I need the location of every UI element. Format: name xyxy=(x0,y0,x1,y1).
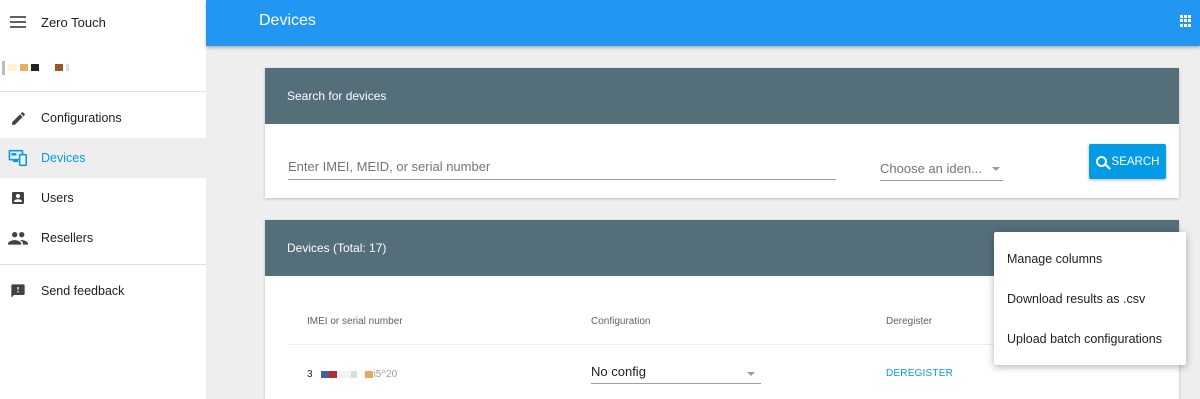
search-card-header: Search for devices xyxy=(265,68,1179,124)
menu-item-upload-batch[interactable]: Upload batch configurations xyxy=(994,319,1186,359)
menu-item-download-csv[interactable]: Download results as .csv xyxy=(994,279,1186,319)
sidebar-item-configurations[interactable]: Configurations xyxy=(0,98,206,138)
feedback-icon xyxy=(8,281,28,301)
account-box-icon xyxy=(8,188,28,208)
column-header-imei[interactable]: IMEI or serial number xyxy=(307,316,403,327)
sidebar-item-label: Users xyxy=(41,191,74,205)
hamburger-menu-icon[interactable] xyxy=(10,16,26,28)
sidebar-item-label: Configurations xyxy=(41,111,122,125)
send-feedback-item[interactable]: Send feedback xyxy=(0,265,206,317)
top-app-bar: Devices xyxy=(206,0,1200,46)
devices-icon xyxy=(8,148,28,168)
search-button-label: SEARCH xyxy=(1111,155,1160,168)
apps-grid-icon[interactable] xyxy=(1180,15,1192,27)
identifier-select-value: Choose an iden... xyxy=(880,160,982,176)
sidebar-item-label: Devices xyxy=(41,151,86,165)
account-selector[interactable] xyxy=(0,44,206,92)
configuration-select[interactable]: No config xyxy=(591,364,761,384)
device-id-suffix: i5^20 xyxy=(373,369,398,380)
device-search-input[interactable] xyxy=(288,156,836,180)
app-title: Zero Touch xyxy=(41,14,106,30)
search-icon xyxy=(1095,156,1107,167)
sidebar-item-resellers[interactable]: Resellers xyxy=(0,218,206,258)
dropdown-caret-icon xyxy=(992,167,1000,171)
send-feedback-label: Send feedback xyxy=(41,284,125,298)
page-title: Devices xyxy=(259,12,316,29)
pencil-icon xyxy=(8,108,28,128)
sidebar-item-users[interactable]: Users xyxy=(0,178,206,218)
sidebar-item-label: Resellers xyxy=(41,231,94,245)
account-name-redacted xyxy=(0,60,69,75)
sidebar-header: Zero Touch xyxy=(0,0,206,44)
sidebar: Zero Touch Configurations Devices Users … xyxy=(0,0,206,399)
column-header-deregister[interactable]: Deregister xyxy=(886,316,932,327)
sidebar-nav: Configurations Devices Users Resellers xyxy=(0,92,206,265)
menu-item-manage-columns[interactable]: Manage columns xyxy=(994,239,1186,279)
device-imei-value: 3 i5^20 xyxy=(307,369,397,380)
people-icon xyxy=(8,228,28,248)
configuration-select-value: No config xyxy=(591,364,646,379)
identifier-type-select[interactable]: Choose an iden... xyxy=(880,156,1003,181)
search-button[interactable]: SEARCH xyxy=(1089,144,1166,179)
overflow-menu: Manage columns Download results as .csv … xyxy=(994,232,1186,365)
deregister-button[interactable]: DEREGISTER xyxy=(886,368,953,379)
column-header-configuration[interactable]: Configuration xyxy=(591,316,650,327)
dropdown-caret-icon xyxy=(747,372,755,376)
search-devices-card: Search for devices Choose an iden... SEA… xyxy=(265,68,1179,198)
sidebar-item-devices[interactable]: Devices xyxy=(0,138,206,178)
